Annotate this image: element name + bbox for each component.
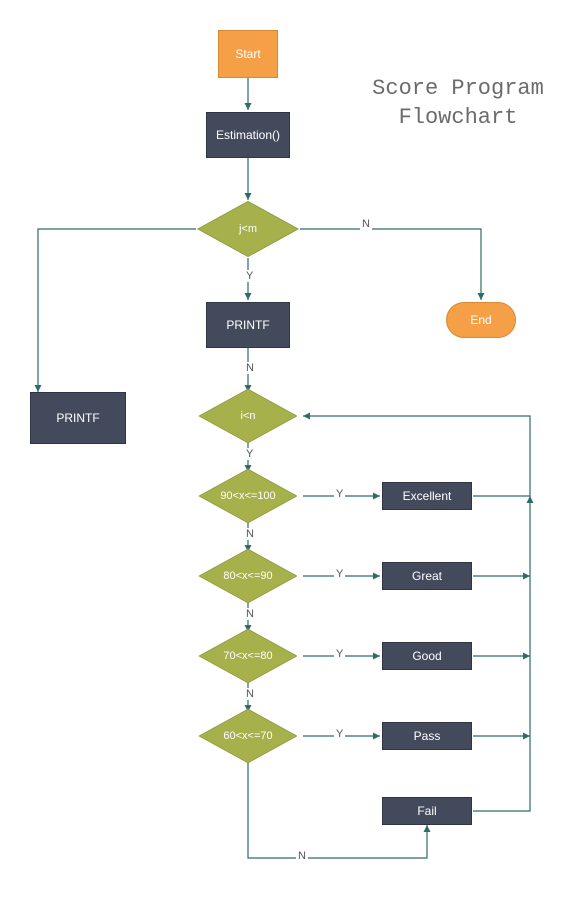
c3-y-label: Y bbox=[334, 648, 345, 660]
cond1-label: 90<x<=100 bbox=[220, 490, 275, 502]
estimation-node: Estimation() bbox=[206, 112, 290, 158]
printf-left-node: PRINTF bbox=[30, 392, 126, 444]
start-node: Start bbox=[218, 30, 278, 78]
r4-label: Pass bbox=[414, 729, 441, 743]
cond-70-80: 70<x<=80 bbox=[193, 632, 303, 680]
result-good: Good bbox=[382, 642, 472, 670]
result-fail: Fail bbox=[382, 797, 472, 825]
c1-n-label: N bbox=[244, 528, 256, 540]
c2-y-label: Y bbox=[334, 568, 345, 580]
cond2-label: 80<x<=90 bbox=[223, 570, 272, 582]
end-label: End bbox=[470, 313, 491, 327]
in-y-label: Y bbox=[244, 448, 255, 460]
cond-90-100: 90<x<=100 bbox=[193, 472, 303, 520]
c3-n-label: N bbox=[244, 688, 256, 700]
cond-80-90: 80<x<=90 bbox=[193, 552, 303, 600]
start-label: Start bbox=[235, 47, 260, 61]
title-line2: Flowchart bbox=[399, 105, 518, 130]
c4-y-label: Y bbox=[334, 728, 345, 740]
diagram-title: Score Program Flowchart bbox=[358, 75, 558, 132]
end-node: End bbox=[446, 302, 516, 338]
r1-label: Excellent bbox=[403, 489, 452, 503]
title-line1: Score Program bbox=[372, 76, 544, 101]
c2-n-label: N bbox=[244, 608, 256, 620]
jm-label: j<m bbox=[239, 223, 257, 235]
result-pass: Pass bbox=[382, 722, 472, 750]
result-excellent: Excellent bbox=[382, 482, 472, 510]
printf-main-node: PRINTF bbox=[206, 302, 290, 348]
printf-main-label: PRINTF bbox=[226, 318, 269, 332]
printf-left-label: PRINTF bbox=[56, 411, 99, 425]
in-decision: i<n bbox=[193, 392, 303, 440]
result-great: Great bbox=[382, 562, 472, 590]
printf-n-label: N bbox=[244, 362, 256, 374]
flowchart-edges bbox=[0, 0, 586, 903]
r2-label: Great bbox=[412, 569, 442, 583]
r3-label: Good bbox=[412, 649, 441, 663]
c4-n-label: N bbox=[296, 850, 308, 862]
r5-label: Fail bbox=[417, 804, 436, 818]
cond-60-70: 60<x<=70 bbox=[193, 712, 303, 760]
jm-y-label: Y bbox=[244, 270, 255, 282]
cond4-label: 60<x<=70 bbox=[223, 730, 272, 742]
in-label: i<n bbox=[241, 410, 256, 422]
cond3-label: 70<x<=80 bbox=[223, 650, 272, 662]
jm-decision: j<m bbox=[196, 200, 300, 258]
estimation-label: Estimation() bbox=[216, 128, 280, 142]
jm-n-label: N bbox=[360, 218, 372, 230]
c1-y-label: Y bbox=[334, 488, 345, 500]
